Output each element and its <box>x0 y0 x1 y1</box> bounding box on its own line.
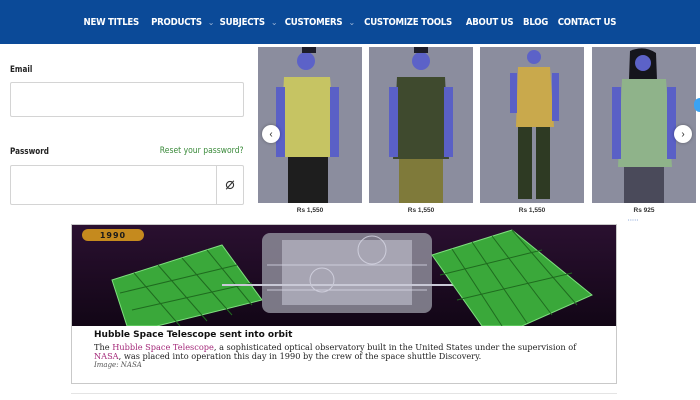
divider <box>71 393 617 394</box>
news-body: The Hubble Space Telescope, a sophistica… <box>94 343 596 361</box>
news-caption: Hubble Space Telescope sent into orbit T… <box>72 326 616 383</box>
page-dots[interactable]: • • • • • <box>628 218 638 222</box>
side-chat-tab[interactable] <box>694 98 700 112</box>
password-field[interactable] <box>10 165 244 205</box>
product-price: Rs 1,550 <box>518 207 546 214</box>
nasa-link[interactable]: NASA <box>94 351 119 361</box>
nav-products[interactable]: PRODUCTS <box>151 17 202 28</box>
product-image <box>480 47 584 203</box>
chevron-down-icon: ⌄ <box>348 17 356 27</box>
product-price: Rs 1,550 <box>296 207 324 214</box>
chevron-down-icon: ⌄ <box>270 17 278 27</box>
image-credit: Image: NASA <box>94 361 142 369</box>
email-label: Email <box>10 65 33 75</box>
reset-password-link[interactable]: Reset your password? <box>160 146 244 156</box>
product-carousel: Rs 1,550 Rs 1,550 Rs 1,550 Rs 925 ‹ › <box>258 44 700 224</box>
product-price: Rs 925 <box>633 207 655 214</box>
nav-customize-tools[interactable]: CUSTOMIZE TOOLS <box>364 17 452 28</box>
top-navigation-bar: NEW TITLES PRODUCTS ⌄ SUBJECTS ⌄ CUSTOME… <box>0 0 700 44</box>
chevron-down-icon: ⌄ <box>207 17 215 27</box>
email-field[interactable] <box>10 82 244 117</box>
password-label: Password <box>10 147 49 157</box>
nav-customers[interactable]: CUSTOMERS <box>284 17 342 28</box>
news-body-text: , was placed into operation this day in … <box>118 351 482 361</box>
nav-items: NEW TITLES PRODUCTS ⌄ SUBJECTS ⌄ CUSTOME… <box>79 17 620 28</box>
news-card: 1990 Hubble Space Telescope sent into or… <box>71 224 617 384</box>
eye-slash-icon[interactable] <box>216 166 243 204</box>
nav-contact-us[interactable]: CONTACT US <box>557 17 616 28</box>
hubble-telescope-image: 1990 <box>72 225 616 327</box>
product-card[interactable]: Rs 1,550 <box>480 47 584 214</box>
chevron-left-icon[interactable]: ‹ <box>262 125 280 143</box>
chevron-right-icon[interactable]: › <box>674 125 692 143</box>
product-price: Rs 1,550 <box>407 207 435 214</box>
product-card[interactable]: Rs 1,550 <box>369 47 473 214</box>
nav-new-titles[interactable]: NEW TITLES <box>84 17 140 28</box>
news-title: Hubble Space Telescope sent into orbit <box>94 330 293 340</box>
nav-blog[interactable]: BLOG <box>523 17 548 28</box>
year-badge: 1990 <box>82 229 144 241</box>
nav-subjects[interactable]: SUBJECTS <box>220 17 265 28</box>
product-image <box>369 47 473 203</box>
nav-about-us[interactable]: ABOUT US <box>466 17 514 28</box>
login-form: Email Password Reset your password? <box>0 44 254 214</box>
